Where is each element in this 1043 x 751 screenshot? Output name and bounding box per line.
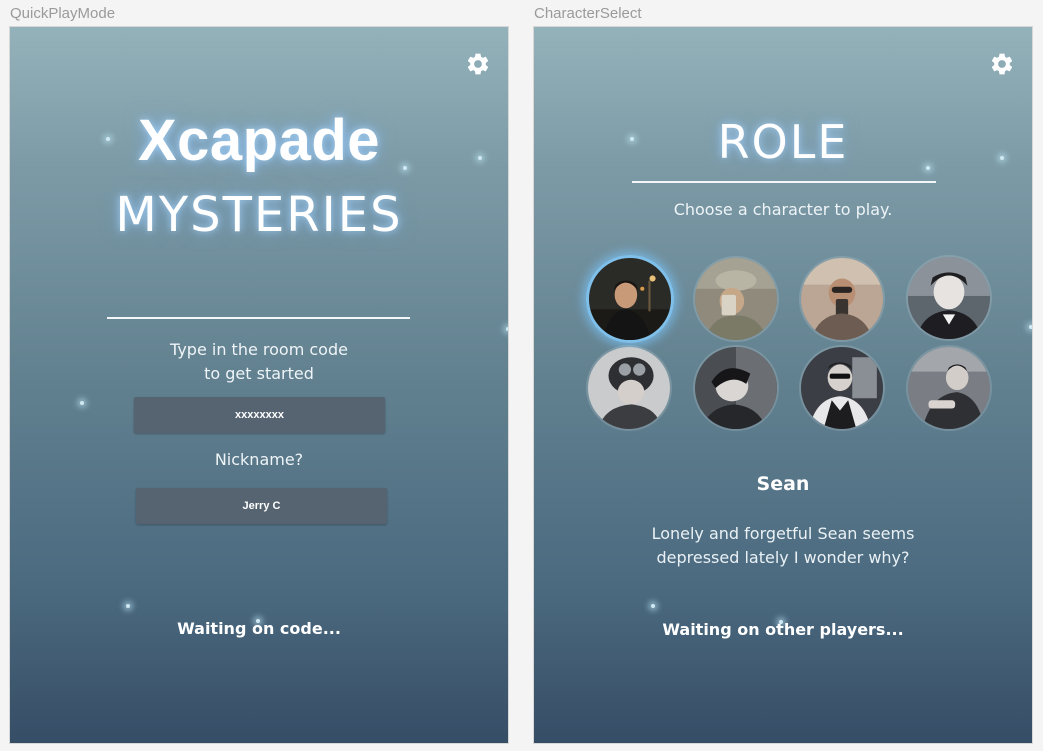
character-avatar-3[interactable]	[799, 256, 885, 342]
role-divider	[632, 181, 936, 183]
character-portrait	[588, 347, 670, 429]
nickname-input[interactable]	[136, 487, 387, 525]
character-portrait	[801, 347, 883, 429]
character-avatar-2[interactable]	[693, 256, 779, 342]
logo-title-xcapade: Xcapade	[137, 108, 381, 173]
nickname-prompt: Nickname?	[214, 450, 304, 469]
gear-icon[interactable]	[989, 51, 1015, 77]
gear-icon[interactable]	[465, 51, 491, 77]
nickname-field[interactable]	[136, 487, 387, 525]
character-portrait	[908, 257, 990, 339]
role-title: ROLE	[717, 115, 849, 169]
logo-title-mysteries: MYSTERIES	[115, 187, 403, 243]
character-avatar-5[interactable]	[586, 345, 672, 431]
sparkle	[506, 327, 508, 331]
waiting-status: Waiting on code...	[177, 619, 341, 638]
artboard-label-character-select: CharacterSelect	[534, 5, 642, 22]
room-code-prompt-line1: Type in the room code	[170, 340, 348, 359]
quickplay-screen: Xcapade MYSTERIES Type in the room code …	[10, 27, 508, 743]
character-portrait	[589, 258, 671, 340]
sparkle	[1029, 325, 1032, 329]
character-avatar-7[interactable]	[799, 345, 885, 431]
role-subtitle: Choose a character to play.	[673, 200, 893, 219]
character-select-screen: ROLE Choose a character to play. Sean Lo…	[534, 27, 1032, 743]
character-avatar-sean[interactable]	[586, 255, 674, 343]
character-portrait	[908, 347, 990, 429]
room-code-field[interactable]	[134, 396, 385, 434]
artboard-label-quickplay: QuickPlayMode	[10, 5, 116, 22]
sparkle	[651, 604, 655, 608]
room-code-prompt-line2: to get started	[204, 364, 314, 383]
character-portrait	[801, 258, 883, 340]
character-portrait	[695, 347, 777, 429]
waiting-status: Waiting on other players...	[662, 620, 904, 639]
description-line2: depressed lately I wonder why?	[656, 548, 910, 567]
selected-character-description: Lonely and forgetful Sean seems depresse…	[534, 522, 1032, 570]
selected-character-name: Sean	[756, 473, 810, 495]
character-avatar-4[interactable]	[906, 255, 992, 341]
character-avatar-8[interactable]	[906, 345, 992, 431]
room-code-prompt: Type in the room code to get started	[10, 338, 508, 386]
character-portrait	[695, 258, 777, 340]
title-divider	[107, 317, 410, 319]
character-avatar-6[interactable]	[693, 345, 779, 431]
room-code-input[interactable]	[134, 396, 385, 434]
description-line1: Lonely and forgetful Sean seems	[651, 524, 915, 543]
sparkle	[80, 401, 84, 405]
sparkle	[126, 604, 130, 608]
